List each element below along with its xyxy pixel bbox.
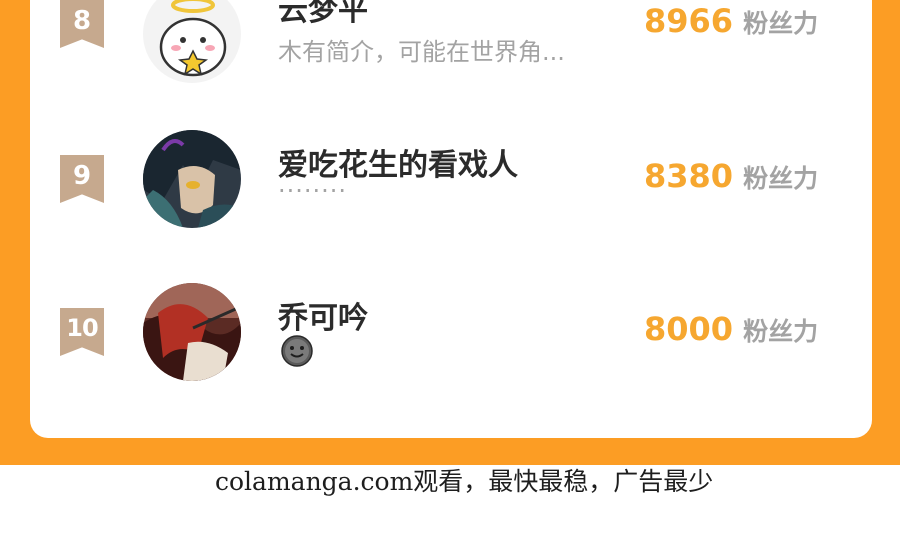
fans-unit: 粉丝力 <box>743 317 819 346</box>
rank-badge: 8 <box>60 0 104 48</box>
user-bio: ........ <box>278 170 348 198</box>
ranking-card: 8 云梦平 木有简介，可能在世界角... 8966 粉丝力 9 爱吃花生的看戏人… <box>30 0 872 438</box>
fans-count: 8966 <box>644 2 734 40</box>
smiley-emoji-icon <box>281 335 313 367</box>
fans-count: 8000 <box>644 310 734 348</box>
fans-score: 8380 粉丝力 <box>644 157 818 195</box>
user-name[interactable]: 云梦平 <box>278 0 368 29</box>
rank-number: 9 <box>72 161 92 191</box>
rank-number: 10 <box>66 314 98 342</box>
angel-cartoon-icon <box>143 0 241 83</box>
rank-number: 8 <box>72 6 92 36</box>
dark-haired-character-icon <box>143 130 241 228</box>
avatar[interactable] <box>143 130 241 228</box>
fans-count: 8380 <box>644 157 734 195</box>
ranking-row[interactable]: 9 爱吃花生的看戏人 ........ 8380 粉丝力 <box>30 120 872 250</box>
avatar[interactable] <box>143 283 241 381</box>
avatar[interactable] <box>143 0 241 83</box>
fans-unit: 粉丝力 <box>743 164 819 193</box>
user-name[interactable]: 乔可吟 <box>278 293 368 337</box>
rank-badge: 9 <box>60 155 104 203</box>
ranking-row[interactable]: 10 乔可吟 8000 粉丝力 <box>30 273 872 403</box>
rank-badge: 10 <box>60 308 104 356</box>
fans-unit: 粉丝力 <box>743 9 819 38</box>
ranking-row[interactable]: 8 云梦平 木有简介，可能在世界角... 8966 粉丝力 <box>30 0 872 110</box>
fans-score: 8966 粉丝力 <box>644 2 818 40</box>
red-haired-character-icon <box>143 283 241 381</box>
fans-score: 8000 粉丝力 <box>644 310 818 348</box>
user-bio: 木有简介，可能在世界角... <box>278 38 565 66</box>
watermark-text: colamanga.com观看，最快最稳，广告最少 <box>215 467 714 496</box>
